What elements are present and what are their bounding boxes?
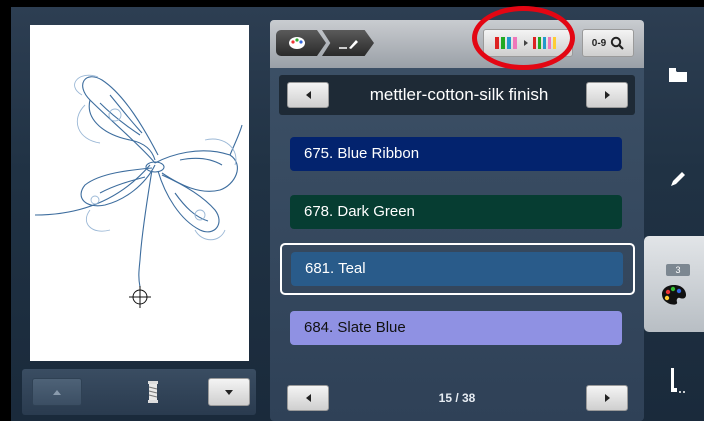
chevron-right-icon — [604, 394, 610, 402]
thread-conversion-button[interactable] — [483, 29, 573, 57]
brand-next-button[interactable] — [586, 82, 628, 108]
right-sidebar: 3 — [644, 20, 704, 421]
chevron-left-icon — [305, 394, 311, 402]
brand-name: mettler-cotton-silk finish — [369, 85, 549, 104]
embroidery-screen: 0-9 mettler-cotton-silk finish 675. Blue… — [11, 7, 704, 421]
chevron-left-icon — [305, 91, 311, 99]
chevron-down-icon — [225, 389, 233, 395]
scroll-up-button[interactable] — [32, 378, 82, 406]
color-count-badge: 3 — [666, 264, 690, 276]
thread-color-label: 678. Dark Green — [290, 195, 622, 229]
edit-name-tab[interactable] — [322, 30, 374, 56]
pencil-icon — [339, 40, 358, 49]
scroll-down-button[interactable] — [208, 378, 250, 406]
thread-spool-icon — [148, 381, 158, 403]
screen-frame: 0-9 mettler-cotton-silk finish 675. Blue… — [0, 0, 704, 421]
number-search-button[interactable]: 0-9 — [582, 29, 634, 57]
sidebar-item-files[interactable] — [652, 50, 704, 100]
thread-color-label: 681. Teal — [291, 252, 623, 286]
preview-toolbar — [22, 369, 256, 415]
pagination-bar: 15 / 38 — [279, 382, 635, 414]
thread-convert-icon — [495, 37, 556, 49]
brand-prev-button[interactable] — [287, 82, 329, 108]
search-icon — [611, 36, 624, 50]
sidebar-item-stitch[interactable] — [652, 356, 704, 406]
brand-selector: mettler-cotton-silk finish — [279, 75, 635, 115]
chevron-right-icon — [604, 91, 610, 99]
pencil-icon — [671, 172, 685, 186]
panel-toolbar: 0-9 — [270, 20, 644, 68]
sidebar-item-edit[interactable] — [652, 154, 704, 204]
butterfly-design-preview — [34, 74, 243, 308]
spool-button[interactable] — [143, 377, 163, 407]
thread-color-label: 675. Blue Ribbon — [290, 137, 622, 171]
thread-color-label: 684. Slate Blue — [290, 311, 622, 345]
thread-color-row-selected[interactable]: 681. Teal — [280, 243, 635, 295]
palette-icon — [662, 285, 686, 305]
thread-color-list: 675. Blue Ribbon 678. Dark Green 681. Te… — [279, 123, 635, 360]
sidebar-item-colors[interactable]: 3 — [644, 236, 704, 332]
thread-color-panel: 0-9 mettler-cotton-silk finish 675. Blue… — [270, 20, 644, 421]
thread-color-row[interactable]: 678. Dark Green — [279, 186, 635, 238]
page-indicator: 15 / 38 — [438, 391, 476, 405]
palette-icon — [289, 37, 305, 49]
folder-icon — [669, 68, 687, 82]
search-label: 0-9 — [591, 37, 607, 49]
thread-color-row[interactable]: 675. Blue Ribbon — [279, 128, 635, 180]
page-prev-button[interactable] — [287, 385, 329, 411]
presser-foot-icon — [671, 368, 685, 393]
thread-color-row[interactable]: 684. Slate Blue — [279, 302, 635, 354]
design-preview — [30, 25, 249, 361]
color-palette-tab[interactable] — [276, 30, 326, 56]
page-next-button[interactable] — [586, 385, 628, 411]
crosshair-icon — [129, 286, 151, 308]
chevron-up-icon — [53, 389, 61, 395]
